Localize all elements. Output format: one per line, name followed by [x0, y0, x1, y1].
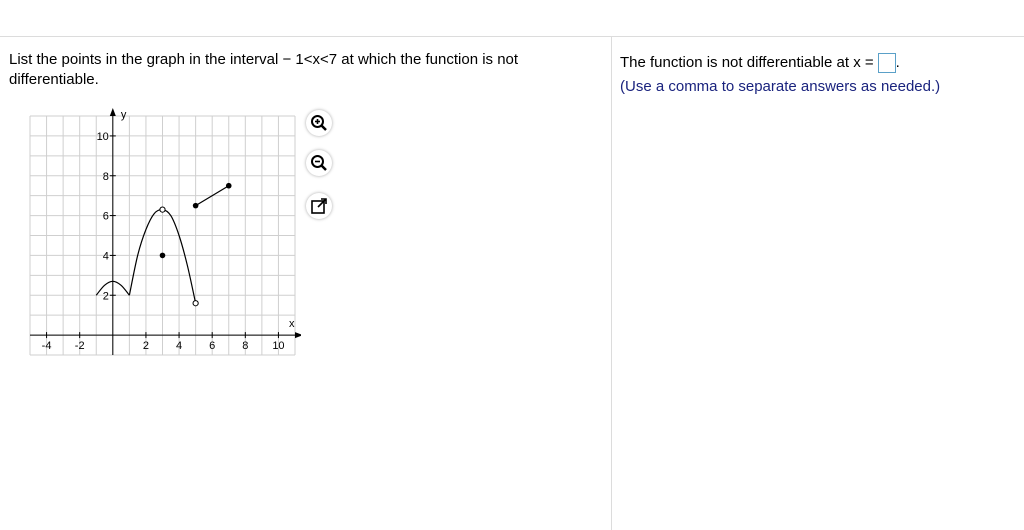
- x-tick-label: 8: [242, 340, 248, 352]
- open-point: [192, 300, 199, 307]
- zoom-in-button[interactable]: [306, 110, 332, 136]
- function-graph: x y -4 -2 2 4 6 8 10 2 4 6 8 10: [29, 108, 301, 356]
- answer-suffix: .: [895, 54, 900, 71]
- x-tick-label: 4: [176, 340, 182, 352]
- x-tick-label: -2: [75, 340, 85, 352]
- answer-prompt: The function is not differentiable at x …: [620, 54, 874, 71]
- y-axis-label: y: [121, 109, 127, 121]
- question-text: List the points in the graph in the inte…: [9, 51, 519, 88]
- answer-input[interactable]: [877, 53, 896, 73]
- x-tick-label: 2: [143, 340, 149, 352]
- popout-icon: [311, 198, 327, 214]
- x-axis-label: x: [289, 318, 295, 330]
- x-axis-arrow: [295, 332, 301, 339]
- y-tick-label: 10: [97, 131, 109, 143]
- popout-button[interactable]: [306, 193, 332, 219]
- zoom-out-icon: [311, 155, 327, 171]
- zoom-out-button[interactable]: [306, 150, 332, 176]
- y-tick-label: 6: [103, 211, 109, 223]
- x-tick-label: 6: [209, 340, 215, 352]
- y-axis-arrow: [109, 108, 116, 116]
- panel-divider: [611, 37, 612, 530]
- answer-hint: (Use a comma to separate answers as need…: [620, 78, 941, 95]
- zoom-in-icon: [311, 115, 327, 131]
- y-tick-label: 8: [103, 171, 109, 183]
- answer-row: The function is not differentiable at x …: [620, 52, 900, 74]
- x-tick-label: -4: [42, 340, 52, 352]
- closed-point: [225, 182, 232, 189]
- y-tick-label: 2: [103, 290, 109, 302]
- closed-point: [192, 202, 199, 209]
- x-tick-label: 10: [272, 340, 284, 352]
- y-tick-label: 4: [103, 250, 109, 262]
- top-divider: [0, 36, 1024, 37]
- closed-point: [159, 252, 166, 259]
- open-point: [159, 206, 166, 213]
